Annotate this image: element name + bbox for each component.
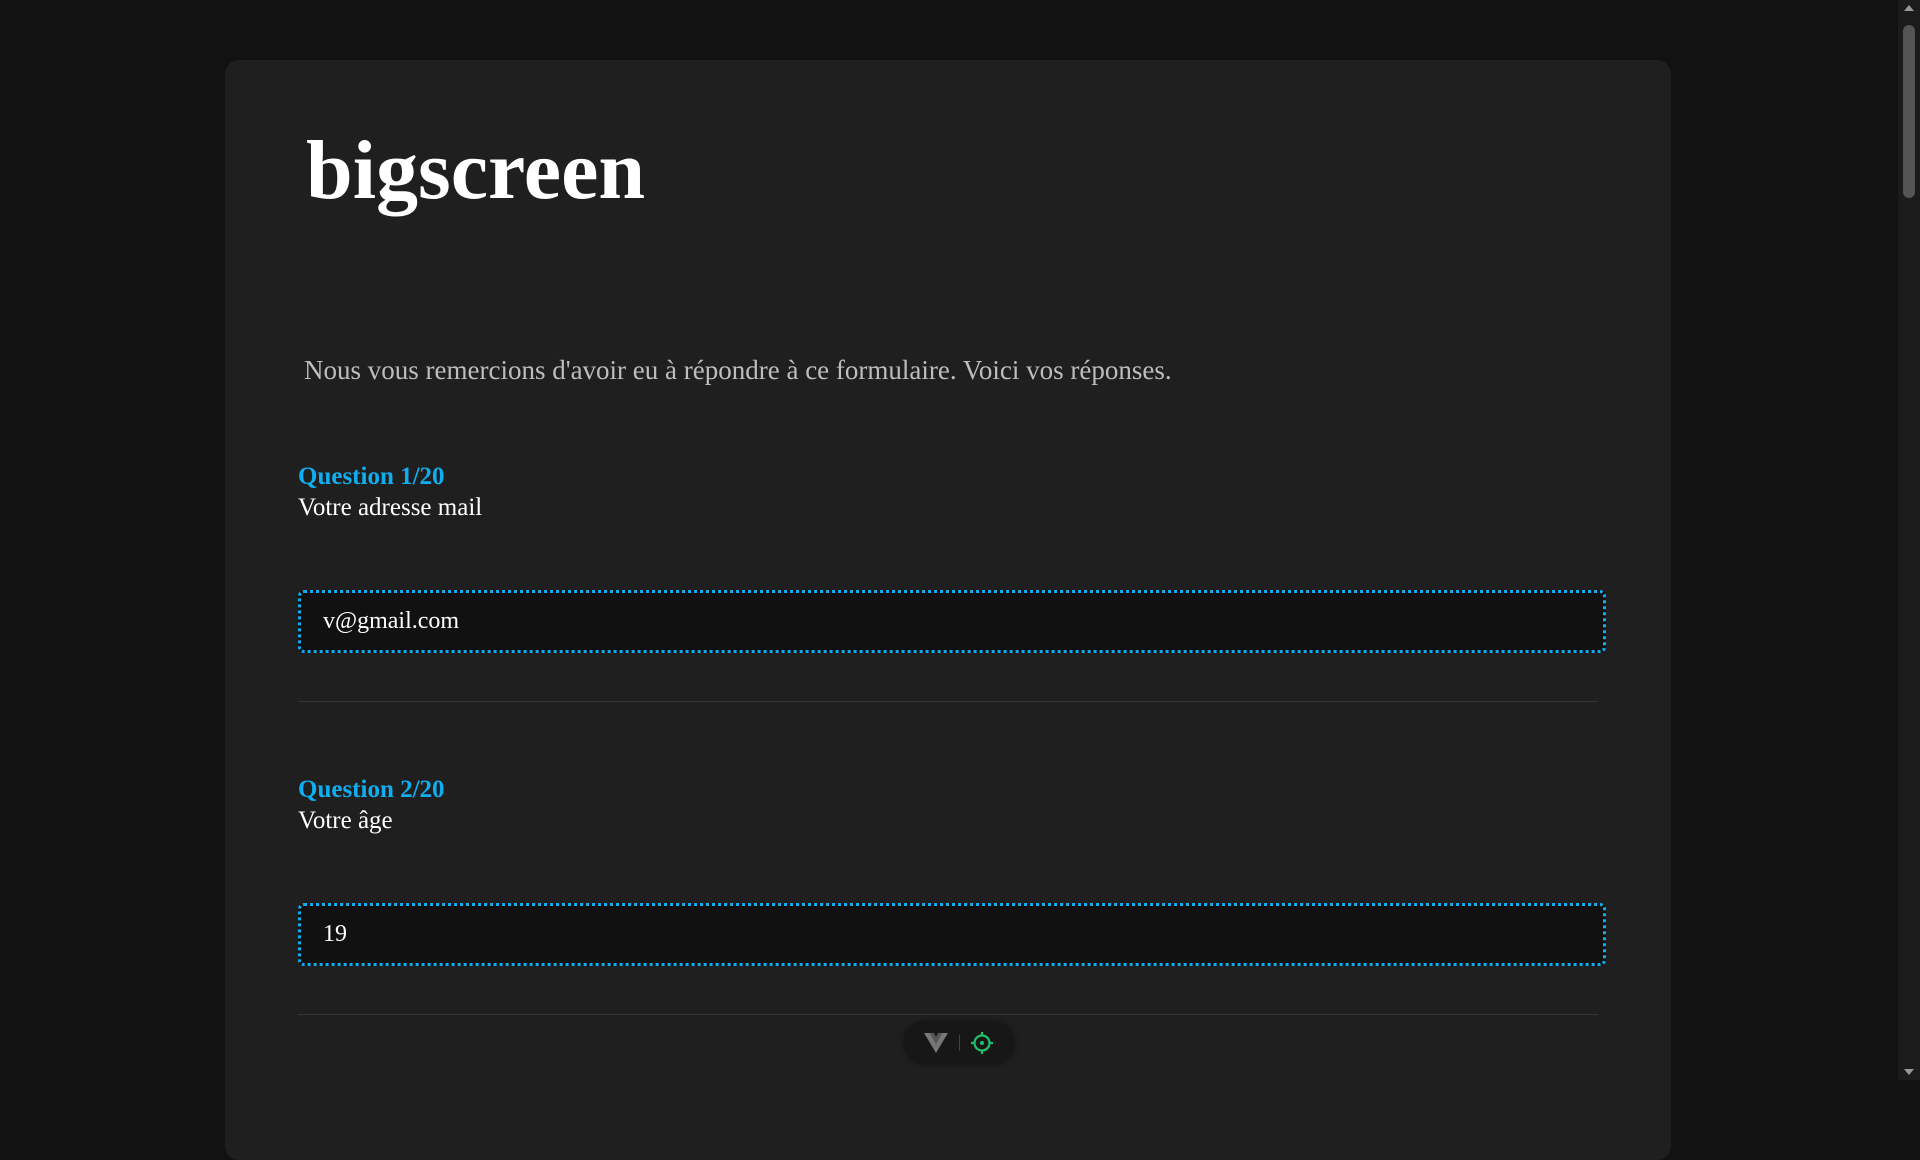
question-block: Question 1/20 Votre adresse mail v@gmail… (298, 462, 1610, 702)
answer-field[interactable]: 19 (298, 903, 1606, 966)
question-number: Question 1/20 (298, 463, 445, 490)
question-text: Votre âge (298, 807, 393, 834)
question-number: Question 2/20 (298, 776, 445, 803)
page-title: bigscreen (306, 124, 646, 217)
divider (298, 701, 1598, 702)
scroll-down-icon[interactable] (1904, 1069, 1914, 1075)
scrollbar-thumb[interactable] (1903, 25, 1915, 198)
separator (959, 1035, 960, 1051)
intro-text: Nous vous remercions d'avoir eu à répond… (304, 355, 1172, 385)
vue-logo-icon[interactable] (924, 1033, 948, 1053)
divider (298, 1014, 1598, 1015)
answer-field[interactable]: v@gmail.com (298, 590, 1606, 653)
question-text: Votre adresse mail (298, 494, 483, 521)
question-block: Question 2/20 Votre âge 19 (298, 775, 1610, 1015)
responses-card: bigscreen Nous vous remercions d'avoir e… (225, 60, 1671, 1160)
scroll-up-icon[interactable] (1904, 5, 1914, 11)
scrollbar[interactable] (1898, 0, 1920, 1080)
devtools-toolbar (904, 1022, 1014, 1064)
target-icon[interactable] (970, 1031, 994, 1055)
